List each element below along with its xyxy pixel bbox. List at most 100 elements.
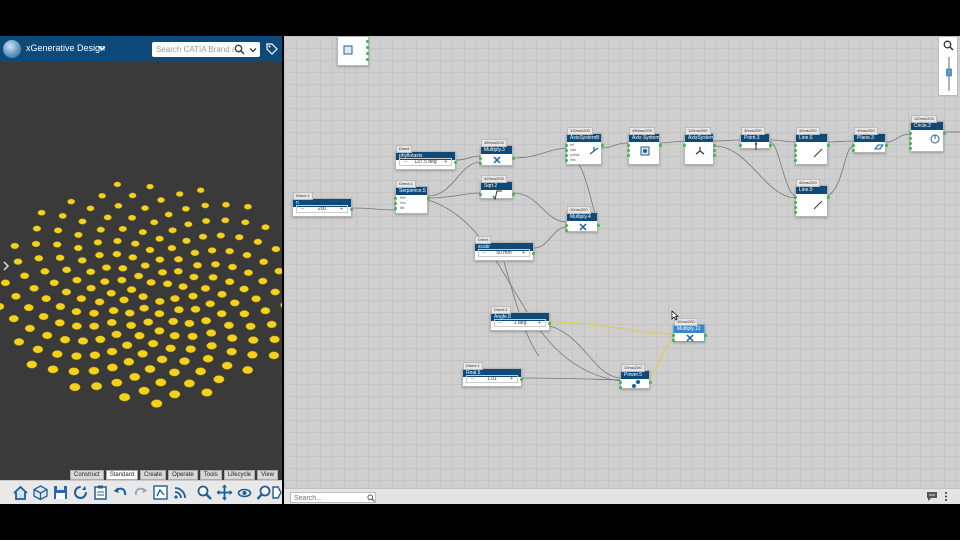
refresh-icon[interactable] [72,484,89,501]
input-port[interactable] [794,159,797,162]
node-real-5[interactable]: Direct.1 Real.5 −1.01 + [462,362,523,387]
node-line-6[interactable]: 40ms/200 Line.6 [794,127,830,165]
3d-viewport[interactable] [0,62,282,494]
save-icon[interactable] [52,484,69,501]
redo-icon[interactable] [132,484,149,501]
output-port[interactable] [713,144,716,147]
output-port[interactable] [885,144,888,147]
output-port[interactable] [350,208,353,211]
node-plane-3[interactable]: 40ms/200 Plane.3 [852,127,888,153]
output-port[interactable] [769,144,772,147]
node-sequence[interactable]: Direct.1 Sequence.5 Ref Incr Nb [394,180,430,214]
input-port[interactable] [672,339,675,342]
fit-all-icon[interactable] [152,484,169,501]
node-circle-2[interactable]: 120ms/200 Circle.2 [909,115,946,152]
output-port[interactable] [366,58,369,61]
node-phyllotaxis[interactable]: Direct phyllotaxis −137.5 deg + [395,145,457,170]
input-port[interactable] [565,144,568,147]
input-port[interactable] [479,193,482,196]
node-value[interactable]: 1 deg [514,320,527,326]
input-port[interactable] [565,159,568,162]
node-point-3[interactable]: 30ms/200 Point.3 [739,127,772,150]
node-value[interactable]: 1.01 [487,376,497,382]
node-multiply-4[interactable]: 10ms/200 Multiply.4 [565,206,600,232]
search-icon[interactable] [234,44,245,55]
input-port[interactable] [565,154,568,157]
output-port[interactable] [659,144,662,147]
output-port[interactable] [649,381,652,384]
output-port[interactable] [713,154,716,157]
output-port[interactable] [827,144,830,147]
input-port[interactable] [627,144,630,147]
tag-small-icon[interactable] [272,484,282,501]
input-port[interactable] [794,201,797,204]
node-value[interactable]: 50 mm [496,250,511,256]
expand-panel-icon[interactable] [2,261,10,271]
node-sqrt-2[interactable]: 420ms/200 Sqrt.2 [479,175,515,200]
input-port[interactable] [909,147,912,150]
clipboard-icon[interactable] [92,484,109,501]
search-input[interactable] [156,44,234,55]
more-vertical-icon[interactable] [944,491,948,502]
input-port[interactable] [794,149,797,152]
node-axis-system[interactable]: 490ms/200 Axis System [627,127,662,165]
output-port[interactable] [548,322,551,325]
output-port[interactable] [532,252,535,255]
node-line-5[interactable]: 40ms/200 Line.5 [794,179,830,217]
search-icon[interactable] [367,494,375,502]
input-port[interactable] [565,229,568,232]
input-port[interactable] [909,142,912,145]
node-axis-system-b[interactable]: 120ms/200 AxisSystemB ref size points in… [565,127,604,165]
value-stepper[interactable]: −200 + [296,205,348,213]
input-port[interactable] [565,224,568,227]
tab-construct[interactable]: Construct [70,470,104,480]
input-port[interactable] [852,144,855,147]
tab-operate[interactable]: Operate [168,470,198,480]
node-angle-8[interactable]: Direct.1 Angle.8 −1 deg + [490,306,551,331]
input-port[interactable] [627,154,630,157]
value-stepper[interactable]: −137.5 deg + [399,158,452,166]
input-port[interactable] [683,144,686,147]
output-port[interactable] [827,196,830,199]
node-partial-top[interactable] [337,36,369,66]
zoom-magnifier-icon[interactable] [943,40,954,51]
node-multiply-12[interactable]: 10ms/200 Multiply.12 [672,318,707,342]
bottom-search-input[interactable] [294,494,364,502]
output-port[interactable] [454,161,457,164]
output-port[interactable] [512,157,515,160]
input-port[interactable] [794,206,797,209]
input-port[interactable] [794,154,797,157]
output-port[interactable] [427,197,430,200]
input-port[interactable] [394,197,397,200]
undo-icon[interactable] [112,484,129,501]
input-port[interactable] [394,202,397,205]
home-icon[interactable] [12,484,29,501]
tab-lifecycle[interactable]: Lifecycle [223,470,256,480]
value-stepper[interactable]: −1.01 + [466,375,518,383]
output-port[interactable] [520,378,523,381]
input-port[interactable] [619,381,622,384]
input-port[interactable] [794,196,797,199]
input-port[interactable] [394,207,397,210]
output-port[interactable] [366,46,369,49]
input-port[interactable] [739,144,742,147]
input-port[interactable] [627,149,630,152]
input-port[interactable] [479,157,482,160]
rotate-icon[interactable] [236,484,253,501]
tab-view[interactable]: View [257,470,279,480]
chevron-down-icon[interactable] [249,46,257,54]
output-port[interactable] [597,224,600,227]
output-port[interactable] [601,144,604,147]
chevron-down-icon[interactable] [98,44,106,52]
output-port[interactable] [512,193,515,196]
input-port[interactable] [909,132,912,135]
input-port[interactable] [909,137,912,140]
node-power-5[interactable]: 10ms/200 Power.5 [619,364,652,389]
input-port[interactable] [852,149,855,152]
app-title[interactable]: xGenerative Design [26,43,105,53]
input-port[interactable] [672,334,675,337]
input-port[interactable] [565,149,568,152]
output-port[interactable] [366,40,369,43]
input-port[interactable] [619,386,622,389]
rss-icon[interactable] [172,484,189,501]
